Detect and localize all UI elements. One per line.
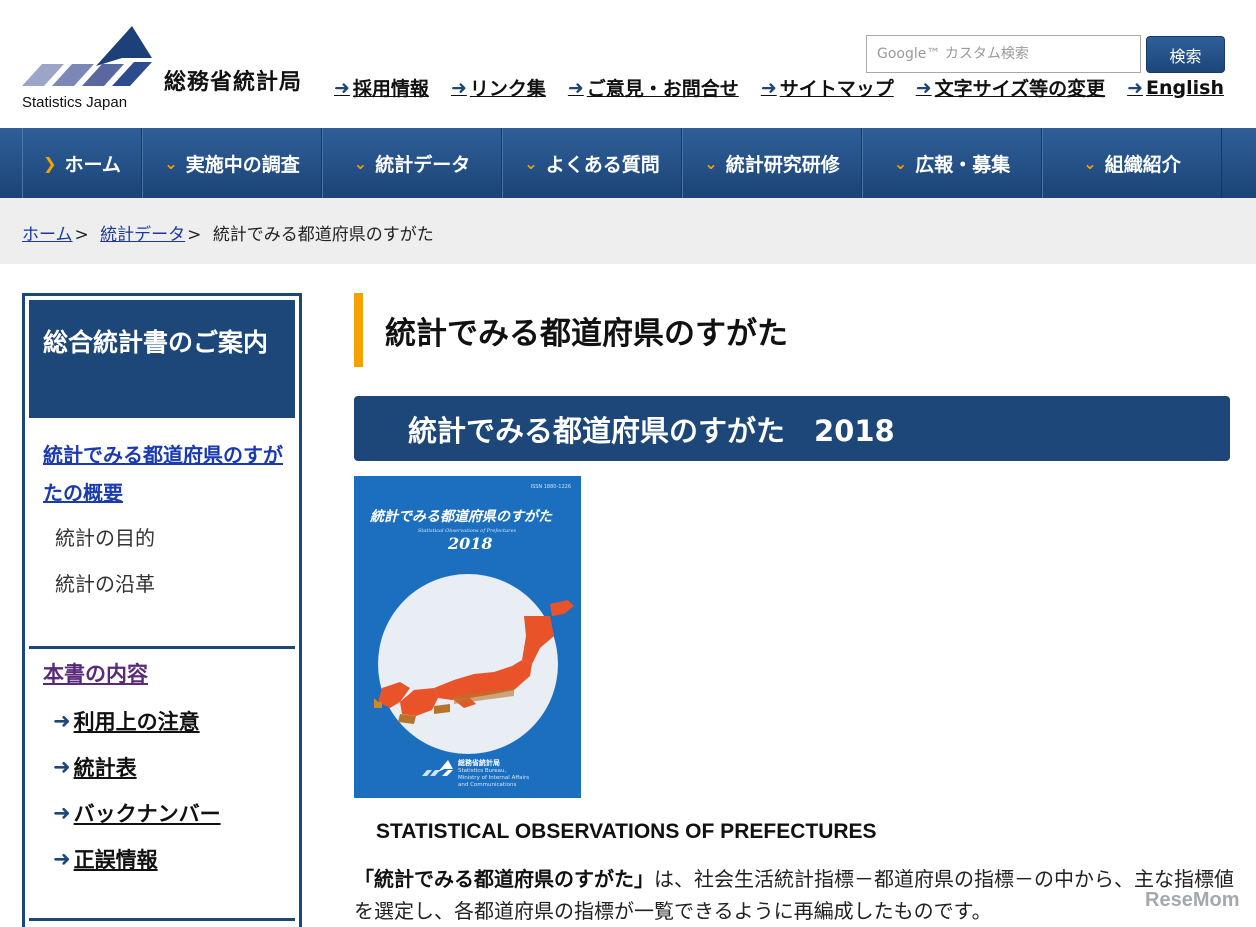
- logo-english-text: Statistics Japan: [22, 94, 128, 111]
- nav-label: 組織紹介: [1104, 153, 1181, 176]
- english-title: STATISTICAL OBSERVATIONS OF PREFECTURES: [376, 820, 877, 843]
- breadcrumb-home[interactable]: ホーム: [22, 225, 73, 245]
- nav-label: 統計研究研修: [725, 153, 840, 176]
- nav-label: よくある質問: [545, 153, 660, 176]
- sidebar-divider: [29, 646, 295, 649]
- link-label: English: [1146, 76, 1224, 99]
- breadcrumb-separator: >: [74, 225, 89, 245]
- link-label: サイトマップ: [779, 78, 894, 100]
- arrow-right-icon: ➜: [53, 801, 71, 825]
- statistics-japan-logo-icon: [22, 26, 152, 86]
- sidebar-section-contents[interactable]: 本書の内容: [43, 658, 148, 688]
- chevron-down-icon: ⌄: [1083, 153, 1097, 173]
- site-header: 総務省統計局 Statistics Japan 検索 ➜採用情報 ➜リンク集 ➜…: [0, 0, 1256, 128]
- nav-label: 広報・募集: [915, 153, 1011, 176]
- arrow-right-icon: ➜: [53, 847, 71, 871]
- breadcrumb-current: 統計でみる都道府県のすがた: [212, 225, 434, 245]
- chevron-down-icon: ⌄: [353, 153, 368, 173]
- arrow-right-icon: ➜: [1127, 76, 1144, 99]
- breadcrumb-separator: >: [187, 225, 202, 245]
- arrow-right-icon: ➜: [915, 76, 932, 99]
- search-button[interactable]: 検索: [1146, 36, 1225, 73]
- sidebar-link-label: 正誤情報: [73, 848, 158, 872]
- chevron-down-icon: ⌄: [704, 153, 718, 173]
- section-heading: 統計でみる都道府県のすがた 2018: [354, 396, 1230, 461]
- link-label: ご意見・お問合せ: [586, 78, 739, 100]
- link-recruit[interactable]: ➜ 採用情報: [334, 74, 429, 101]
- site-search: 検索: [866, 35, 1226, 73]
- chevron-down-icon: ⌄: [524, 153, 538, 173]
- link-label: リンク集: [469, 78, 546, 100]
- cover-publisher-en-line: Ministry of Internal Affairs: [458, 775, 530, 781]
- link-label: 文字サイズ等の変更: [934, 78, 1106, 100]
- search-input[interactable]: [866, 35, 1141, 73]
- site-logo[interactable]: 総務省統計局 Statistics Japan: [22, 26, 322, 116]
- link-label: 採用情報: [352, 78, 429, 100]
- cover-publisher-en-line: Statistics Bureau,: [458, 768, 507, 774]
- sidebar-link-errata[interactable]: ➜ 正誤情報: [53, 844, 158, 874]
- sidebar: 総合統計書のご案内 統計でみる都道府県のすがたの概要 統計の目的 統計の沿革 本…: [22, 293, 302, 927]
- nav-surveys[interactable]: ⌄ 実施中の調査: [142, 128, 322, 198]
- japan-map-icon: [374, 600, 574, 724]
- nav-pr[interactable]: ⌄ 広報・募集: [862, 128, 1042, 198]
- chevron-down-icon: ⌄: [893, 153, 908, 173]
- chevron-right-icon: ❯: [43, 153, 57, 173]
- cover-publisher-en-line: and Communications: [458, 782, 517, 788]
- nav-home[interactable]: ❯ ホーム: [22, 128, 142, 198]
- sidebar-link-label: 統計表: [73, 756, 137, 780]
- nav-organization[interactable]: ⌄ 組織紹介: [1042, 128, 1222, 198]
- sidebar-item-purpose[interactable]: 統計の目的: [55, 522, 155, 551]
- cover-publisher-en: Statistics Bureau, Ministry of Internal …: [458, 768, 529, 789]
- logo-japanese-text: 総務省統計局: [164, 70, 303, 95]
- description-bold: 「統計でみる都道府県のすがた」: [354, 867, 654, 891]
- nav-label: ホーム: [64, 153, 121, 176]
- book-cover-image[interactable]: ISSN 1880-1226 統計でみる都道府県のすがた Statistical…: [354, 476, 581, 798]
- cover-publisher: 総務省統計局: [458, 759, 500, 767]
- breadcrumb-bar: ホーム > 統計データ > 統計でみる都道府県のすがた: [0, 198, 1256, 264]
- arrow-right-icon: ➜: [450, 76, 467, 99]
- sidebar-summary-link[interactable]: 統計でみる都道府県のすがたの概要: [43, 436, 283, 512]
- link-english[interactable]: ➜ English: [1127, 74, 1224, 101]
- nav-label: 統計データ: [375, 153, 471, 176]
- chevron-down-icon: ⌄: [164, 153, 178, 173]
- link-links[interactable]: ➜ リンク集: [451, 74, 546, 101]
- nav-statistics-data[interactable]: ⌄ 統計データ: [322, 128, 502, 198]
- sidebar-divider: [29, 918, 295, 921]
- link-contact[interactable]: ➜ ご意見・お問合せ: [568, 74, 739, 101]
- arrow-right-icon: ➜: [760, 76, 777, 99]
- arrow-right-icon: ➜: [567, 76, 584, 99]
- utility-links: ➜ 採用情報 ➜ リンク集 ➜ ご意見・お問合せ ➜ サイトマップ ➜ 文字サイズ等の変更…: [334, 74, 1224, 101]
- page-title: 統計でみる都道府県のすがた: [354, 293, 788, 367]
- statistics-bureau-logo-icon: [422, 760, 453, 776]
- sidebar-link-label: バックナンバー: [73, 802, 221, 826]
- nav-training[interactable]: ⌄ 統計研究研修: [682, 128, 862, 198]
- arrow-right-icon: ➜: [53, 755, 71, 779]
- sidebar-link-label: 利用上の注意: [73, 710, 200, 734]
- breadcrumb: ホーム > 統計データ > 統計でみる都道府県のすがた: [22, 220, 434, 245]
- breadcrumb-statistics-data[interactable]: 統計データ: [100, 225, 185, 245]
- arrow-right-icon: ➜: [334, 76, 350, 99]
- link-text-size[interactable]: ➜ 文字サイズ等の変更: [916, 74, 1105, 101]
- sidebar-link-back-numbers[interactable]: ➜ バックナンバー: [53, 798, 221, 828]
- nav-faq[interactable]: ⌄ よくある質問: [502, 128, 682, 198]
- arrow-right-icon: ➜: [53, 709, 71, 733]
- sidebar-link-tables[interactable]: ➜ 統計表: [53, 752, 137, 782]
- sidebar-heading: 総合統計書のご案内: [29, 300, 295, 418]
- global-nav: ❯ ホーム ⌄ 実施中の調査 ⌄ 統計データ ⌄ よくある質問 ⌄ 統計研究研修 ⌄ 広報・…: [0, 128, 1256, 198]
- sidebar-link-usage-notes[interactable]: ➜ 利用上の注意: [53, 706, 200, 736]
- sidebar-item-history[interactable]: 統計の沿革: [55, 568, 155, 597]
- nav-label: 実施中の調査: [185, 153, 300, 176]
- description-text: 「統計でみる都道府県のすがた」は、社会生活統計指標－都道府県の指標－の中から、主…: [354, 863, 1234, 927]
- resemom-watermark: ReseMom: [1145, 889, 1240, 911]
- link-sitemap[interactable]: ➜ サイトマップ: [761, 74, 894, 101]
